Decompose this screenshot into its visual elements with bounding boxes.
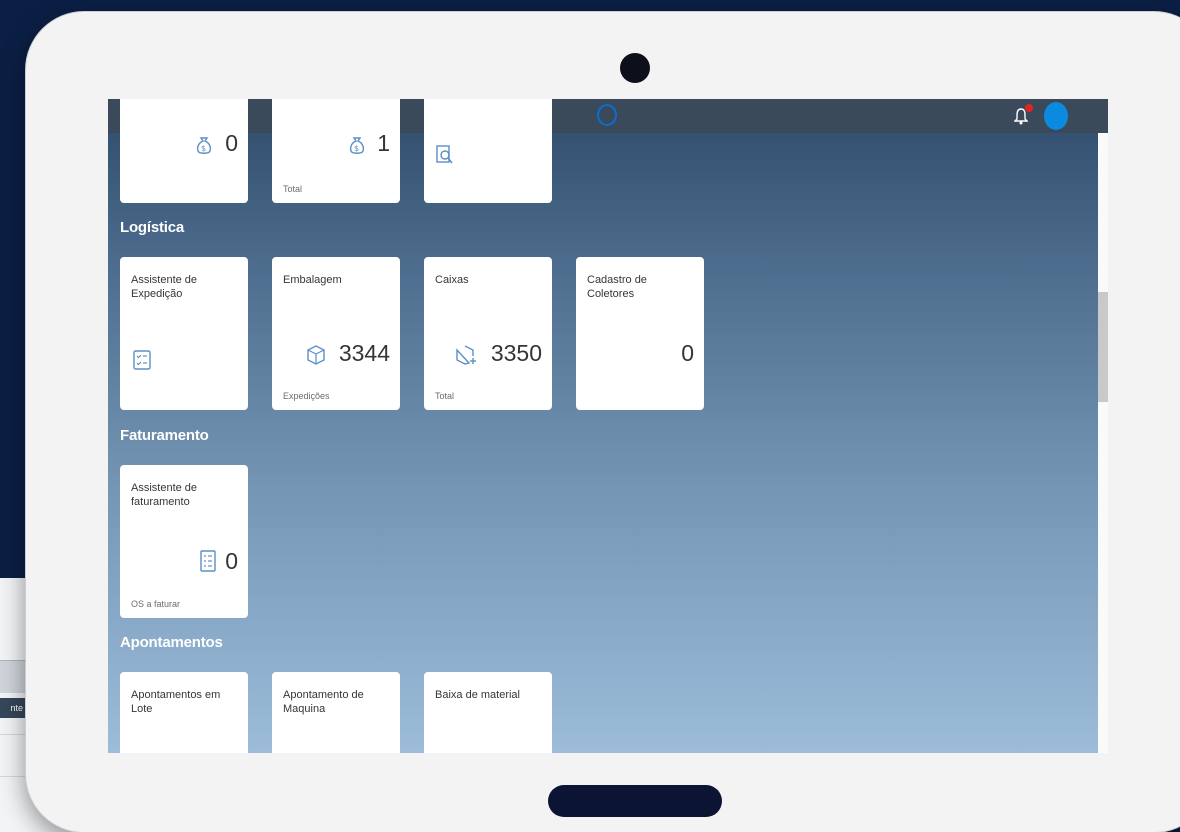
tile-apontamentos-lote[interactable]: Apontamentos em Lote — [120, 672, 248, 753]
tile-top-1-value: 0 — [225, 130, 238, 156]
tile-top-3[interactable] — [424, 99, 552, 203]
tile-title: Assistente de faturamento — [131, 482, 198, 508]
tile-embalagem-subtitle: Expedições — [283, 391, 330, 401]
background-app-button[interactable]: nte — [0, 698, 26, 718]
tile-caixas-subtitle: Total — [435, 391, 455, 401]
notification-badge — [1025, 104, 1033, 112]
svg-text:$: $ — [354, 144, 359, 153]
tile-top-2-subtitle: Total — [283, 184, 303, 194]
tile-title: Cadastro de Coletores — [587, 274, 647, 300]
tile-caixas-value: 3350 — [490, 340, 542, 366]
search-document-icon — [436, 145, 453, 164]
tile-embalagem-value: 3344 — [338, 340, 390, 366]
tile-title: Assistente de Expedição — [131, 274, 198, 300]
group-title-logistica: Logística — [120, 219, 185, 236]
tile-caixas[interactable]: Caixas 3350 Total — [424, 257, 552, 410]
digital-assistant-icon[interactable] — [597, 104, 617, 126]
money-bag-icon: $ — [196, 137, 212, 154]
add-box-icon — [456, 345, 476, 365]
group-title-faturamento: Faturamento — [120, 427, 209, 444]
tile-title: Apontamentos em Lote — [131, 689, 221, 715]
tile-assistente-expedicao[interactable]: Assistente de Expedição — [120, 257, 248, 410]
document-list-icon — [200, 550, 216, 572]
tile-top-2-value: 1 — [377, 130, 390, 156]
tile-top-1[interactable]: $ 0 — [120, 99, 248, 203]
tile-cadastro-coletores[interactable]: Cadastro de Coletores 0 — [576, 257, 704, 410]
money-bag-icon: $ — [349, 137, 365, 154]
tile-apontamento-maquina[interactable]: Apontamento de Maquina — [272, 672, 400, 753]
tablet-screen: $ 0 $ 1 Total Logística Assistente de Ex… — [108, 99, 1108, 753]
user-avatar[interactable] — [1044, 102, 1068, 130]
scrollbar-thumb[interactable] — [1098, 292, 1108, 402]
tile-title: Baixa de material — [435, 689, 520, 701]
shell-bar — [108, 99, 1108, 133]
checklist-icon — [133, 350, 151, 370]
tile-baixa-material[interactable]: Baixa de material — [424, 672, 552, 753]
tile-title: Caixas — [435, 274, 469, 286]
svg-text:$: $ — [201, 144, 206, 153]
tile-embalagem[interactable]: Embalagem 3344 Expedições — [272, 257, 400, 410]
package-icon — [307, 345, 325, 365]
tablet-home-button[interactable] — [548, 785, 722, 817]
tile-top-2[interactable]: $ 1 Total — [272, 99, 400, 203]
scrollbar-track[interactable] — [1098, 133, 1108, 753]
tile-title: Embalagem — [283, 274, 342, 286]
tile-assistente-faturamento-value: 0 — [225, 548, 238, 574]
tile-assistente-faturamento[interactable]: Assistente de faturamento 0 OS a faturar — [120, 465, 248, 618]
tile-cadastro-coletores-value: 0 — [681, 340, 694, 366]
tablet-camera — [620, 53, 650, 83]
group-title-apontamentos: Apontamentos — [120, 634, 223, 651]
tile-title: Apontamento de Maquina — [283, 689, 364, 715]
tile-assistente-faturamento-subtitle: OS a faturar — [131, 599, 181, 609]
